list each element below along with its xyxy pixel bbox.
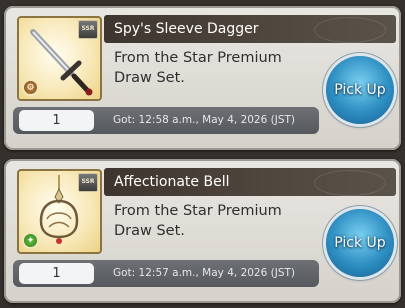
item-title-bar: Spy's Sleeve Dagger xyxy=(104,15,396,43)
description-line: From the Star Premium xyxy=(114,203,282,219)
ssr-badge: SSR xyxy=(78,20,98,39)
weapon-thumbnail[interactable]: SSR ✦ xyxy=(17,169,102,254)
item-footer: 1 Got: 12:58 a.m., May 4, 2026 (JST) xyxy=(13,107,319,134)
ssr-badge: SSR xyxy=(78,173,98,192)
pick-up-button[interactable]: Pick Up xyxy=(326,56,394,124)
item-name: Spy's Sleeve Dagger xyxy=(114,21,259,37)
item-title-bar: Affectionate Bell xyxy=(104,168,396,196)
wind-element-icon: ✦ xyxy=(22,232,39,249)
pick-up-button[interactable]: Pick Up xyxy=(326,209,394,277)
weapon-thumbnail[interactable]: SSR ⚙ xyxy=(17,16,102,101)
item-count: 1 xyxy=(19,110,94,131)
description-line: From the Star Premium xyxy=(114,50,282,66)
item-description: From the Star Premium Draw Set. xyxy=(114,201,314,241)
earth-element-icon: ⚙ xyxy=(22,79,39,96)
obtained-timestamp: Got: 12:57 a.m., May 4, 2026 (JST) xyxy=(113,267,295,279)
watermark-emblem-icon xyxy=(314,17,386,43)
item-card: SSR ✦ Affectionate Bell From the Star Pr… xyxy=(4,159,401,303)
description-line: Draw Set. xyxy=(114,223,185,239)
watermark-emblem-icon xyxy=(314,170,386,196)
obtained-timestamp: Got: 12:58 a.m., May 4, 2026 (JST) xyxy=(113,114,295,126)
item-card: SSR ⚙ Spy's Sleeve Dagger From the Star … xyxy=(4,6,401,150)
item-name: Affectionate Bell xyxy=(114,174,230,190)
item-description: From the Star Premium Draw Set. xyxy=(114,48,314,88)
description-line: Draw Set. xyxy=(114,70,185,86)
item-footer: 1 Got: 12:57 a.m., May 4, 2026 (JST) xyxy=(13,260,319,287)
item-count: 1 xyxy=(19,263,94,284)
